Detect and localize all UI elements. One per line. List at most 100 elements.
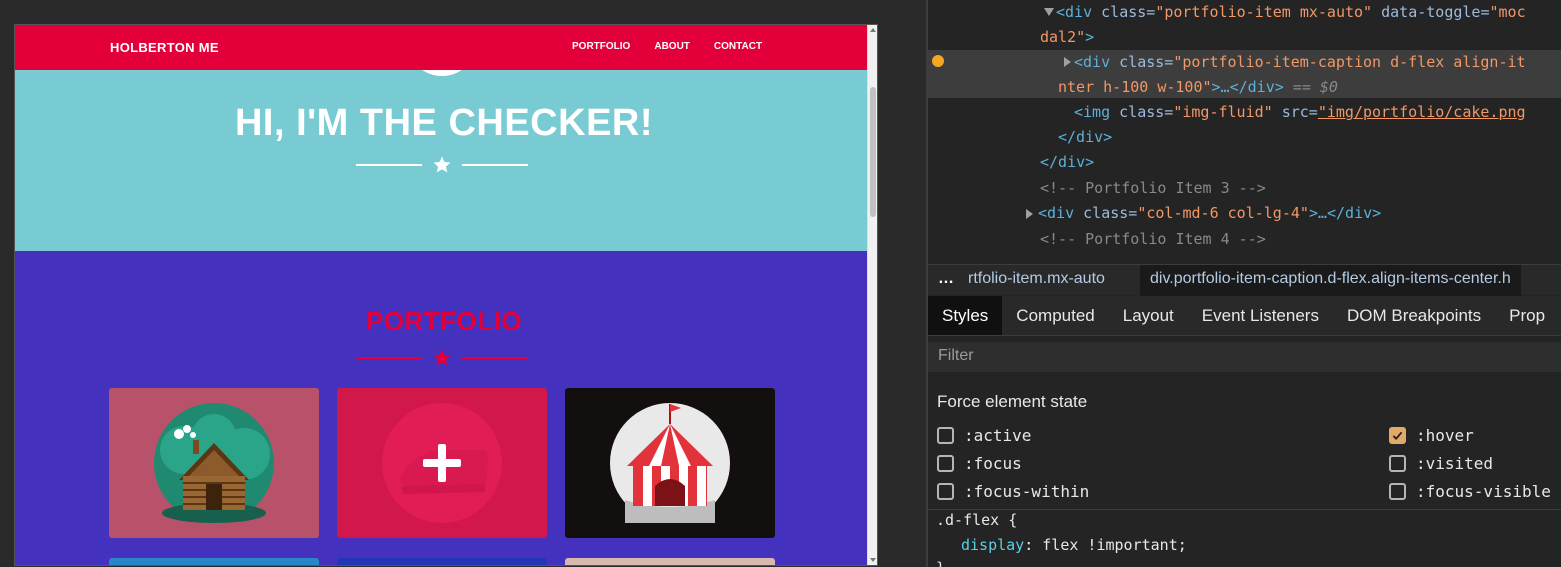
dom-node-close[interactable]: </div> (1040, 150, 1094, 175)
portfolio-item-cake[interactable] (337, 388, 547, 538)
dom-attr: class= (1110, 53, 1174, 71)
dom-node-close[interactable]: </div> (1058, 125, 1112, 150)
dom-attr-value: "col-md-6 col-lg-4" (1137, 204, 1309, 222)
star-icon (433, 156, 451, 173)
state-focus-checkbox[interactable]: :focus (937, 454, 1022, 473)
dom-ref: $0 (1319, 78, 1338, 96)
circus-tent-icon (610, 403, 730, 523)
divider-line-left (356, 164, 422, 166)
portfolio-item-4[interactable] (109, 558, 319, 565)
dom-attr: class= (1074, 204, 1138, 222)
collapse-triangle-icon[interactable] (1044, 8, 1054, 16)
breadcrumb-more-button[interactable]: … (938, 270, 954, 288)
cabin-icon (154, 403, 274, 523)
dom-node-caption[interactable]: <div class="portfolio-item-caption d-fle… (1074, 50, 1526, 75)
hover-state-indicator-icon (932, 55, 944, 67)
browser-viewport: HOLBERTON ME PORTFOLIO ABOUT CONTACT HI,… (14, 24, 878, 566)
divider-line-right (462, 164, 528, 166)
breadcrumb-item-current[interactable]: div.portfolio-item-caption.d-flex.align-… (1140, 265, 1521, 296)
nav-link-portfolio[interactable]: PORTFOLIO (572, 41, 630, 52)
css-property-name[interactable]: display (961, 536, 1024, 554)
dom-tag: </div> (1058, 128, 1113, 146)
state-label: :active (964, 426, 1032, 445)
css-colon: : (1024, 536, 1043, 554)
nav-link-about[interactable]: ABOUT (654, 41, 690, 52)
dom-attr: src= (1272, 103, 1318, 121)
dom-node-col[interactable]: <div class="col-md-6 col-lg-4">…</div> (1038, 201, 1381, 226)
checkbox[interactable] (937, 455, 954, 472)
state-focus-within-checkbox[interactable]: :focus-within (937, 482, 1089, 501)
dom-node-caption-wrap[interactable]: nter h-100 w-100">…</div> == $0 (1058, 75, 1338, 100)
breadcrumb-item[interactable]: rtfolio-item.mx-auto (968, 270, 1105, 288)
tab-event-listeners[interactable]: Event Listeners (1188, 296, 1333, 335)
dom-node-img[interactable]: <img class="img-fluid" src="img/portfoli… (1074, 100, 1526, 125)
checkmark-icon (1392, 431, 1403, 441)
portfolio-item-6[interactable] (565, 558, 775, 565)
scroll-down-arrow-icon[interactable] (870, 558, 876, 562)
state-visited-checkbox[interactable]: :visited (1389, 454, 1493, 473)
expand-triangle-icon[interactable] (1026, 209, 1033, 219)
devtools-panel: <div class="portfolio-item mx-auto" data… (928, 0, 1561, 567)
dom-node-portfolio-item[interactable]: <div class="portfolio-item mx-auto" data… (1056, 0, 1526, 25)
state-label: :focus-visible (1416, 482, 1551, 501)
portfolio-item-cabin[interactable] (109, 388, 319, 538)
page-scrollbar[interactable] (867, 25, 877, 565)
sidebar-tabs: Styles Computed Layout Event Listeners D… (928, 296, 1561, 336)
portfolio-item-5[interactable] (337, 558, 547, 565)
portfolio-divider (356, 348, 528, 368)
checkbox[interactable] (1389, 455, 1406, 472)
dom-comment[interactable]: <!-- Portfolio Item 3 --> (1040, 176, 1266, 201)
state-active-checkbox[interactable]: :active (937, 426, 1031, 445)
expand-triangle-icon[interactable] (1064, 57, 1071, 67)
tab-dom-breakpoints[interactable]: DOM Breakpoints (1333, 296, 1495, 335)
dom-src-link[interactable]: "img/portfolio/cake.png (1318, 103, 1526, 121)
dom-breadcrumb: … rtfolio-item.mx-auto div.portfolio-ite… (928, 264, 1561, 296)
force-state-title: Force element state (937, 392, 1088, 411)
hero-avatar (407, 70, 477, 76)
dom-attr: data-toggle= (1372, 3, 1490, 21)
css-declaration[interactable]: display: flex !important; (961, 533, 1187, 558)
css-semicolon: ; (1177, 536, 1187, 554)
nav-link-contact[interactable]: CONTACT (714, 41, 762, 52)
dom-eq: == (1283, 78, 1320, 96)
dom-attr-value: "portfolio-item-caption d-flex align-it (1173, 53, 1526, 71)
state-hover-checkbox[interactable]: :hover (1389, 426, 1474, 445)
nav-links: PORTFOLIO ABOUT CONTACT (572, 41, 786, 52)
portfolio-heading: PORTFOLIO (365, 306, 523, 336)
tab-computed[interactable]: Computed (1002, 296, 1108, 335)
css-rule-close: } (936, 556, 945, 567)
hero-divider (356, 155, 528, 175)
dom-tag: <div (1056, 3, 1093, 21)
dom-attr: class= (1092, 3, 1156, 21)
dom-comment-text: <!-- Portfolio Item 4 --> (1040, 230, 1266, 248)
dom-attr-value: "img-fluid" (1173, 103, 1273, 121)
tab-properties[interactable]: Prop (1495, 296, 1559, 335)
dom-tag: >…</div> (1211, 78, 1284, 96)
tab-layout[interactable]: Layout (1109, 296, 1188, 335)
divider-line-left (356, 357, 422, 359)
dom-node-wrap: dal2"> (1040, 25, 1094, 50)
dom-comment-text: <!-- Portfolio Item 3 --> (1040, 179, 1266, 197)
css-rule-selector[interactable]: .d-flex { (936, 508, 1017, 533)
checkbox-checked[interactable] (1389, 427, 1406, 444)
dom-comment[interactable]: <!-- Portfolio Item 4 --> (1040, 227, 1266, 252)
checkbox[interactable] (937, 427, 954, 444)
dom-attr-value: dal2" (1040, 28, 1086, 46)
dom-tag: <img (1074, 103, 1111, 121)
tab-styles[interactable]: Styles (928, 296, 1003, 335)
css-property-value[interactable]: flex !important (1042, 536, 1177, 554)
styles-filter-input[interactable]: Filter (928, 342, 1561, 372)
dom-tag: >…</div> (1308, 204, 1382, 222)
dom-tag: <div (1038, 204, 1075, 222)
portfolio-section: PORTFOLIO (15, 251, 869, 565)
hero-section: HI, I'M THE CHECKER! (15, 70, 869, 251)
portfolio-item-circus[interactable] (565, 388, 775, 538)
checkbox[interactable] (937, 483, 954, 500)
checkbox[interactable] (1389, 483, 1406, 500)
state-focus-visible-checkbox[interactable]: :focus-visible (1389, 482, 1551, 501)
site-brand-link[interactable]: HOLBERTON ME (110, 40, 219, 55)
scrollbar-thumb[interactable] (870, 87, 876, 217)
site-navbar: HOLBERTON ME PORTFOLIO ABOUT CONTACT (15, 25, 869, 70)
scroll-up-arrow-icon[interactable] (870, 28, 876, 32)
screen: HOLBERTON ME PORTFOLIO ABOUT CONTACT HI,… (0, 0, 1561, 567)
